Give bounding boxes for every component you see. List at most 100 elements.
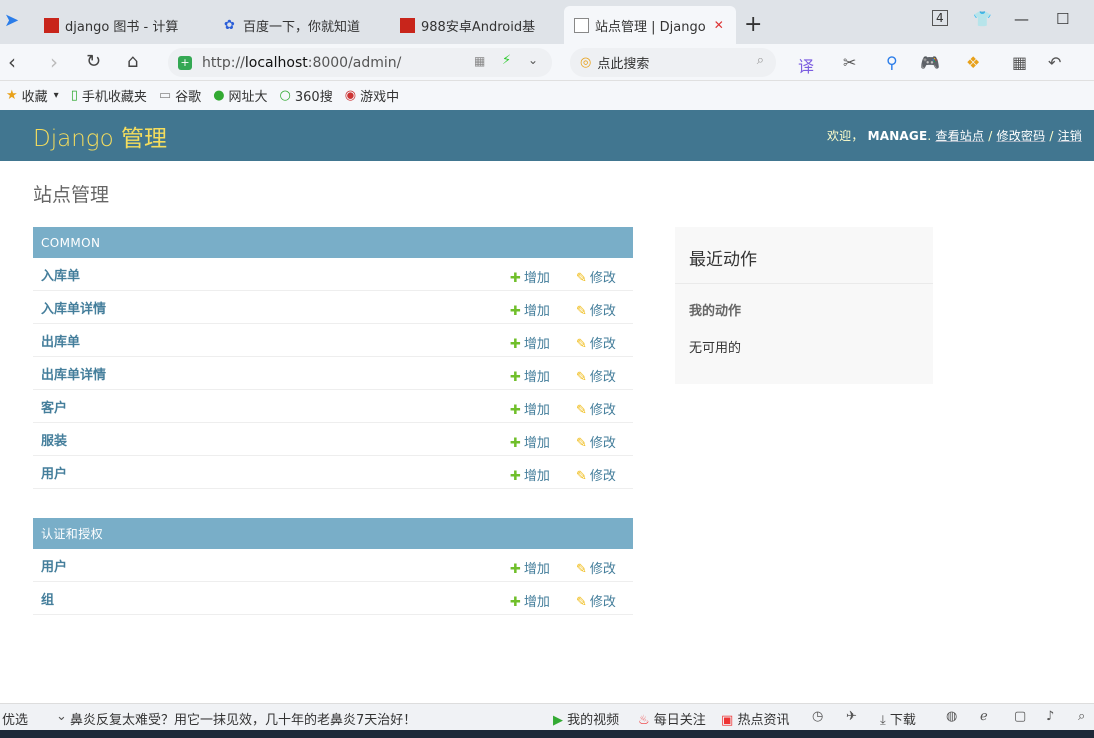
gamepad-icon[interactable]: 🎮	[920, 53, 940, 72]
model-row: 入库单 ✚ 增加 ✎ 修改	[33, 258, 633, 291]
window-icon[interactable]: ▢	[1014, 709, 1026, 724]
undo-icon[interactable]: ↶	[1048, 53, 1061, 72]
status-daily[interactable]: ♨ 每日关注	[638, 709, 706, 728]
zoom-icon[interactable]: ⌕	[1078, 709, 1085, 724]
change-link[interactable]: ✎ 修改	[576, 591, 616, 610]
game-icon: ◉	[344, 88, 357, 103]
page-title: 站点管理	[33, 184, 110, 206]
grid-icon[interactable]: ▦	[1012, 53, 1027, 72]
ie-icon[interactable]: ℯ	[980, 709, 988, 724]
model-link[interactable]: 出库单	[33, 331, 80, 350]
browser-tab-1[interactable]: django 图书 - 计算	[34, 6, 208, 44]
model-link[interactable]: 用户	[33, 556, 67, 575]
clock-icon[interactable]: ◷	[812, 709, 823, 724]
change-link[interactable]: ✎ 修改	[576, 300, 616, 319]
add-link[interactable]: ✚ 增加	[510, 558, 550, 577]
add-link[interactable]: ✚ 增加	[510, 591, 550, 610]
model-link[interactable]: 组	[33, 589, 54, 608]
news-icon: ▣	[721, 713, 734, 728]
maximize-button[interactable]: ☐	[1056, 10, 1069, 28]
forward-button[interactable]: ›	[50, 50, 58, 74]
browser-tab-2[interactable]: ✿ 百度一下，你就知道	[212, 6, 386, 44]
tab-count-badge[interactable]: 4	[932, 10, 948, 26]
bookmark-favorites[interactable]: ★ 收藏 ▾	[6, 86, 59, 105]
status-video[interactable]: ▶ 我的视频	[553, 709, 619, 728]
back-button[interactable]: ‹	[8, 50, 16, 74]
change-link[interactable]: ✎ 修改	[576, 399, 616, 418]
model-link[interactable]: 入库单	[33, 265, 80, 284]
home-button[interactable]: ⌂	[127, 51, 138, 72]
add-link[interactable]: ✚ 增加	[510, 399, 550, 418]
add-link[interactable]: ✚ 增加	[510, 432, 550, 451]
search-box[interactable]: ◎ 点此搜索 ⌕	[570, 48, 776, 77]
globe-icon: ●	[213, 88, 225, 103]
module-caption[interactable]: 认证和授权	[33, 518, 633, 549]
change-link[interactable]: ✎ 修改	[576, 465, 616, 484]
plus-icon: ✚	[510, 403, 521, 418]
search-engine-icon[interactable]: ◎	[580, 55, 591, 70]
app-module-common: COMMON 入库单 ✚ 增加 ✎ 修改 入库单详情 ✚ 增加 ✎ 修改 出库单 ✚ 增加 ✎ 修改 出…	[33, 227, 633, 489]
change-link[interactable]: ✎ 修改	[576, 267, 616, 286]
secure-shield-icon: +	[178, 55, 192, 70]
lightning-icon[interactable]: ⚡	[502, 53, 511, 68]
new-tab-button[interactable]: +	[744, 12, 762, 37]
minimize-button[interactable]: —	[1014, 10, 1029, 28]
change-password-link[interactable]: 修改密码	[997, 129, 1046, 143]
browser-nav-bar: ‹ › ↻ ⌂ + http://localhost:8000/admin/ ▦…	[0, 44, 1094, 81]
add-link[interactable]: ✚ 增加	[510, 267, 550, 286]
bookmark-games[interactable]: ◉ 游戏中	[345, 86, 399, 105]
no-actions-text: 无可用的	[689, 341, 742, 356]
add-link[interactable]: ✚ 增加	[510, 465, 550, 484]
rocket-icon[interactable]: ✈	[846, 709, 857, 724]
change-link[interactable]: ✎ 修改	[576, 432, 616, 451]
magnifier-icon[interactable]: ⚲	[886, 53, 898, 72]
model-link[interactable]: 服装	[33, 430, 67, 449]
browser-tab-active[interactable]: 站点管理 | Django ✕	[564, 6, 736, 44]
chevron-icon: ⌄	[56, 709, 67, 724]
model-link[interactable]: 出库单详情	[33, 364, 106, 383]
username: MANAGE	[867, 129, 928, 143]
bookmark-mobile[interactable]: ▯ 手机收藏夹	[71, 86, 147, 105]
qr-icon[interactable]: ▦	[474, 54, 485, 68]
chevron-down-icon[interactable]: ⌄	[528, 53, 538, 67]
pencil-icon: ✎	[576, 271, 587, 286]
model-link[interactable]: 入库单详情	[33, 298, 106, 317]
add-link[interactable]: ✚ 增加	[510, 366, 550, 385]
welcome-text: 欢迎，	[826, 129, 864, 143]
change-link[interactable]: ✎ 修改	[576, 558, 616, 577]
status-download[interactable]: ⤓ 下载	[880, 709, 916, 728]
browser-tab-bar: ➤ django 图书 - 计算 ✿ 百度一下，你就知道 988安卓Androi…	[0, 0, 1094, 44]
model-link[interactable]: 客户	[33, 397, 67, 416]
search-placeholder: 点此搜索	[597, 57, 650, 72]
status-ad-text[interactable]: 鼻炎反复太难受？用它一抹见效，几十年的老鼻炎7天治好！	[70, 709, 416, 728]
extension-icon[interactable]: ❖	[966, 53, 980, 72]
site-branding[interactable]: Django 管理	[33, 119, 167, 153]
view-site-link[interactable]: 查看站点	[935, 129, 984, 143]
tab-title: 百度一下，你就知道	[243, 19, 361, 35]
status-featured[interactable]: 优选	[2, 709, 28, 728]
scissors-icon[interactable]: ✂	[843, 53, 856, 72]
module-caption[interactable]: COMMON	[33, 227, 633, 258]
volume-icon[interactable]: ♪	[1046, 709, 1054, 724]
url-text[interactable]: http://localhost:8000/admin/	[202, 55, 401, 71]
add-link[interactable]: ✚ 增加	[510, 333, 550, 352]
address-bar[interactable]: + http://localhost:8000/admin/ ▦ ⚡ ⌄	[168, 48, 552, 77]
status-hot[interactable]: ▣ 热点资讯	[721, 709, 789, 728]
bookmark-360[interactable]: ○ 360搜	[280, 86, 333, 105]
add-link[interactable]: ✚ 增加	[510, 300, 550, 319]
translate-icon[interactable]: 译	[798, 53, 814, 77]
search-icon[interactable]: ⌕	[757, 53, 764, 68]
bookmark-sites[interactable]: ● 网址大	[213, 86, 267, 105]
model-link[interactable]: 用户	[33, 463, 67, 482]
shirt-icon[interactable]: 👕	[973, 10, 992, 28]
browser-tab-3[interactable]: 988安卓Android基	[390, 6, 560, 44]
incognito-icon[interactable]: ◍	[946, 709, 957, 724]
logout-link[interactable]: 注销	[1058, 129, 1082, 143]
plus-icon: ✚	[510, 562, 521, 577]
change-link[interactable]: ✎ 修改	[576, 366, 616, 385]
change-link[interactable]: ✎ 修改	[576, 333, 616, 352]
reload-button[interactable]: ↻	[86, 51, 101, 72]
bookmark-google[interactable]: ▭ 谷歌	[159, 86, 201, 105]
close-tab-icon[interactable]: ✕	[714, 18, 724, 32]
star-icon: ★	[6, 88, 18, 103]
